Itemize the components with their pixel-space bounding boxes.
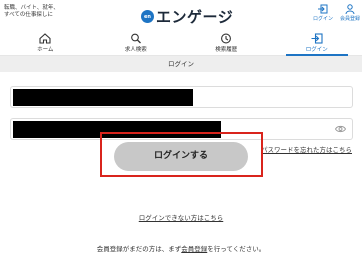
nav-label-job-search: 求人検索 bbox=[124, 47, 147, 53]
nav-item-home[interactable]: ホーム bbox=[0, 31, 91, 55]
login-icon bbox=[318, 4, 328, 14]
cant-login-link[interactable]: ログインできない方はこちら bbox=[139, 214, 224, 222]
register-message: 会員登録がまだの方は、まず会員登録を行ってください。 bbox=[0, 243, 362, 253]
nav-item-job-search[interactable]: 求人検索 bbox=[91, 31, 182, 55]
header-register-label: 会員登録 bbox=[339, 16, 360, 22]
header-login-button[interactable]: ログイン bbox=[312, 4, 334, 22]
logo-text: エンゲージ bbox=[156, 8, 234, 26]
logo-badge: en bbox=[141, 10, 154, 23]
home-icon bbox=[39, 33, 51, 44]
nav-label-login: ログイン bbox=[305, 47, 328, 53]
email-field[interactable]: redacted bbox=[10, 86, 353, 108]
forgot-password-link[interactable]: パスワードを忘れた方はこちら bbox=[261, 144, 352, 154]
engage-logo[interactable]: en エンゲージ bbox=[141, 6, 233, 27]
register-suffix: を行ってください。 bbox=[207, 245, 266, 253]
user-icon bbox=[345, 4, 355, 14]
nav-item-login[interactable]: ログイン bbox=[272, 31, 362, 56]
main-nav: ホーム 求人検索 検索履歴 ログイン bbox=[0, 31, 362, 56]
nav-label-search-history: 検索履歴 bbox=[215, 47, 238, 53]
tagline: 転職、バイト、就年、すべての仕事探しに bbox=[4, 5, 59, 18]
site-header: 転職、バイト、就年、すべての仕事探しに en エンゲージ ログイン 会員登録 bbox=[0, 0, 362, 27]
register-prefix: 会員登録がまだの方は、まず bbox=[96, 245, 182, 253]
header-login-label: ログイン bbox=[312, 16, 333, 22]
login-submit-button[interactable]: ログインする bbox=[114, 142, 248, 171]
cant-login-row: ログインできない方はこちら bbox=[0, 212, 362, 222]
email-value-redacted: redacted bbox=[13, 89, 193, 106]
login-icon bbox=[311, 33, 323, 44]
clock-icon bbox=[221, 33, 232, 44]
register-link[interactable]: 会員登録 bbox=[181, 245, 207, 253]
nav-label-home: ホーム bbox=[37, 47, 54, 53]
nav-item-search-history[interactable]: 検索履歴 bbox=[181, 31, 272, 55]
page-title: ログイン bbox=[0, 56, 362, 72]
eye-icon[interactable] bbox=[335, 125, 346, 133]
search-icon bbox=[130, 33, 141, 44]
header-register-button[interactable]: 会員登録 bbox=[339, 4, 361, 22]
